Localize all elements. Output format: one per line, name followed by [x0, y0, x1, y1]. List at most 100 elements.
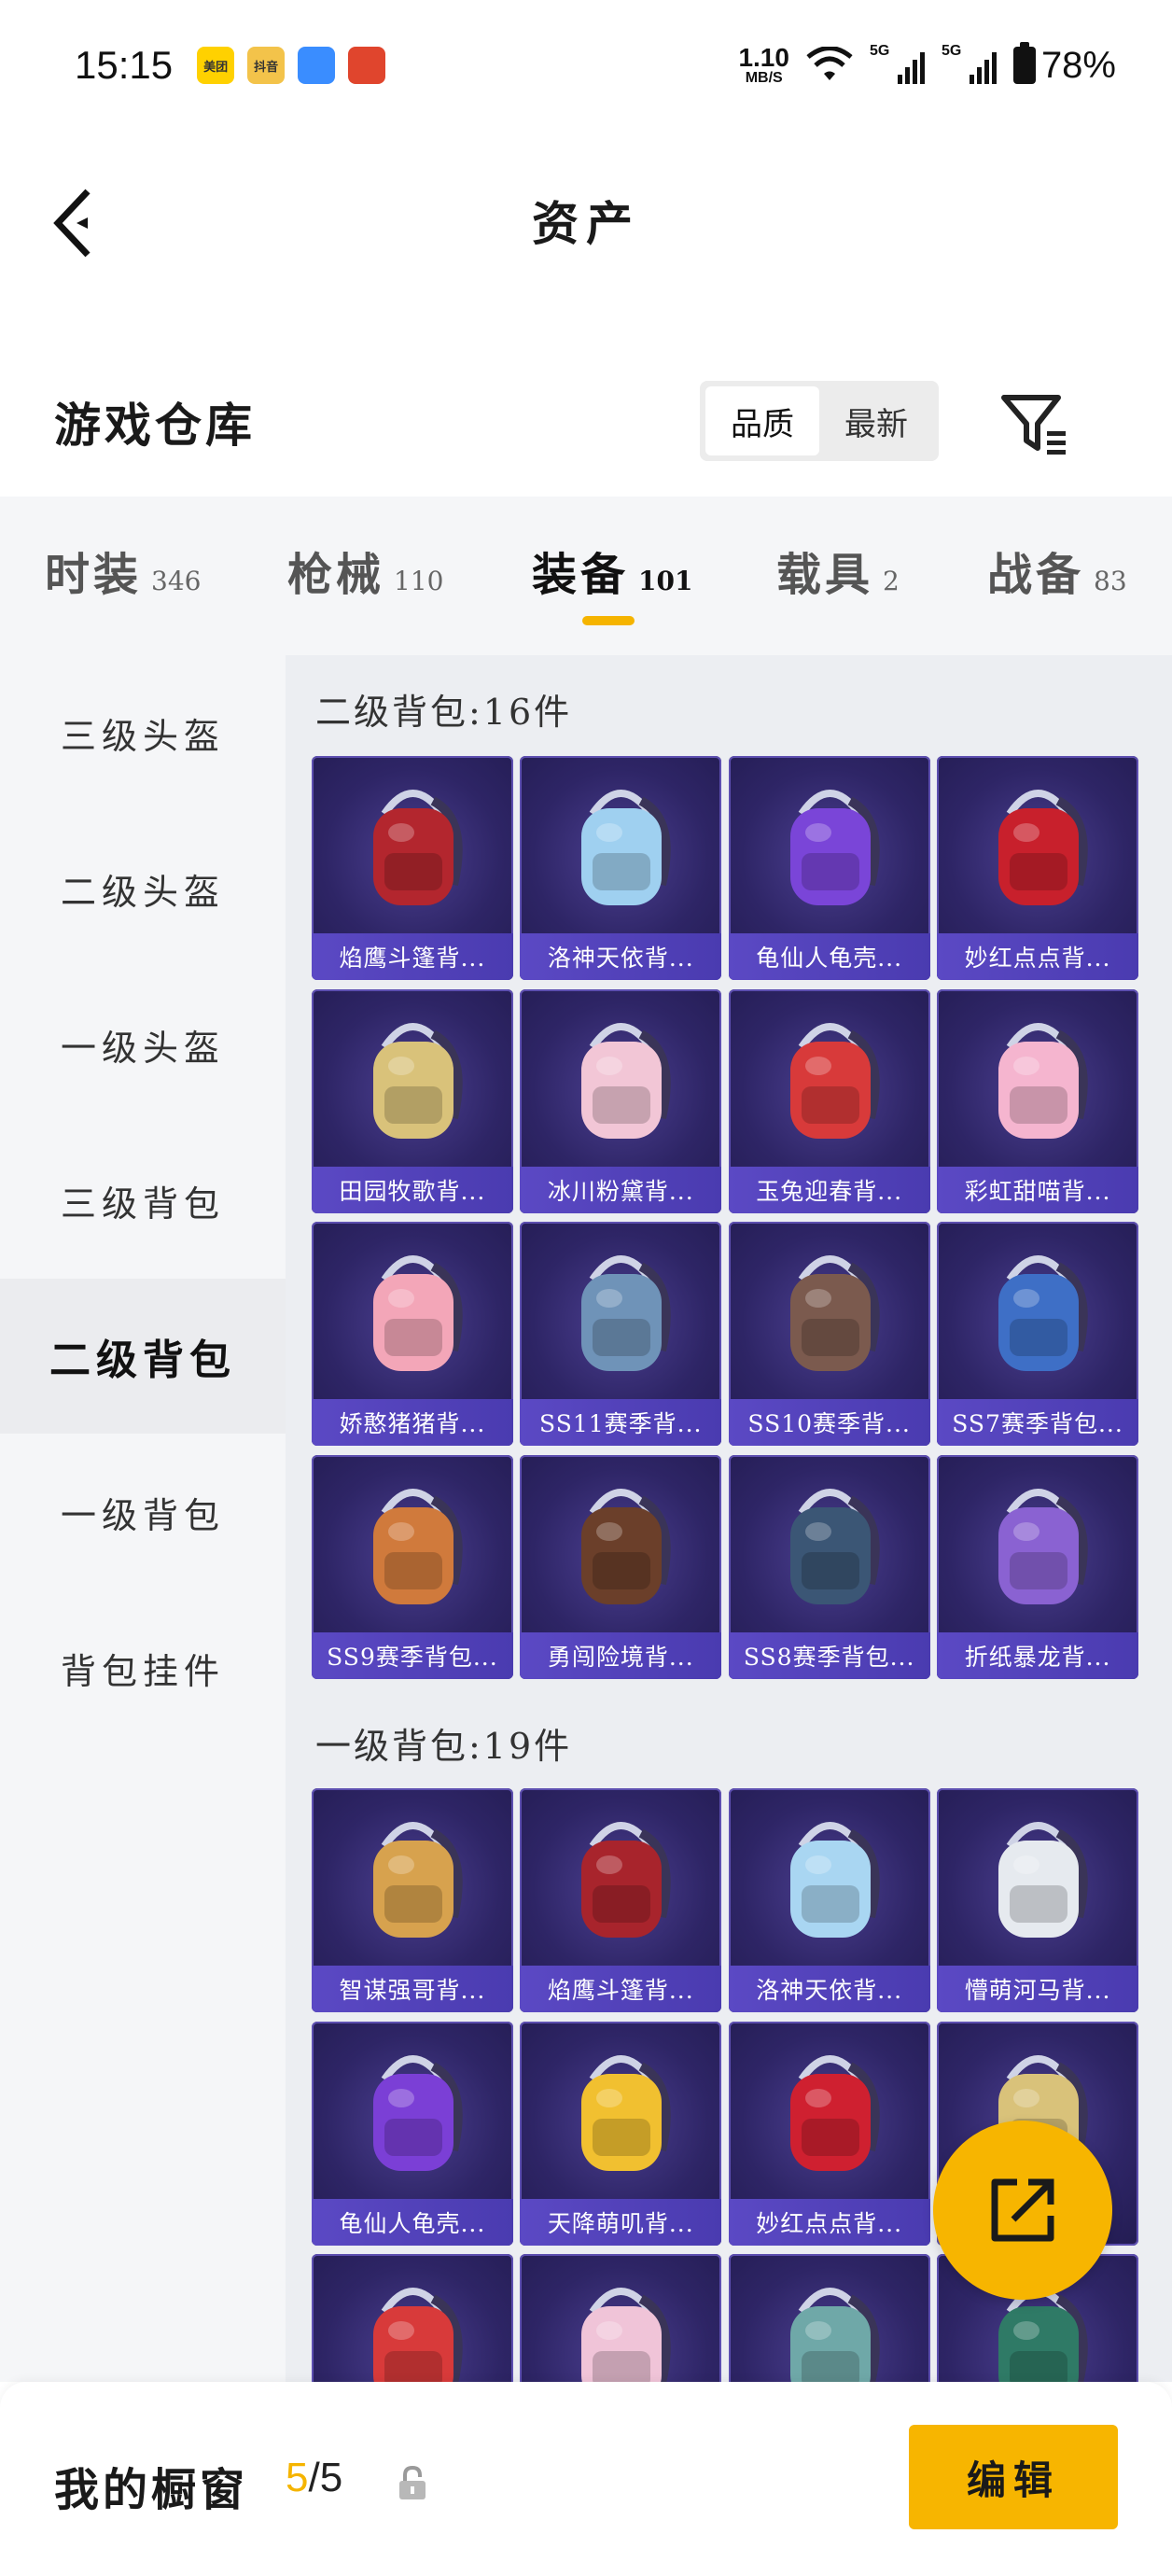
item-name: 洛神天依背... [520, 933, 722, 980]
backpack-image [312, 1229, 513, 1397]
warehouse-bar: 游戏仓库 品质 最新 [0, 355, 1172, 495]
news-app-icon: 抖音 [247, 47, 286, 84]
status-bar: 15:15 美团 抖音 1.10 MB/S 5G 5G 78% [0, 0, 1172, 131]
item-card[interactable]: 冰川粉黛背... [520, 988, 722, 1213]
item-card[interactable]: 龟仙人龟壳... [311, 2021, 513, 2246]
item-name: 龟仙人龟壳... [728, 933, 930, 980]
backpack-image [520, 2261, 721, 2382]
section-title: 二级背包:16件 [315, 692, 573, 733]
filter-button[interactable] [997, 386, 1071, 461]
backpack-image [312, 763, 513, 931]
backpack-image [729, 1229, 930, 1397]
item-card[interactable]: 焰鹰斗篷背... [311, 756, 513, 980]
sidebar-item-level1-helmet[interactable]: 一级头盔 [0, 967, 286, 1122]
item-card[interactable]: SS8赛季背包... [728, 1454, 930, 1679]
backpack-image [520, 1796, 721, 1964]
backpack-image [937, 763, 1138, 931]
sort-quality-button[interactable]: 品质 [705, 386, 819, 455]
backpack-image [729, 763, 930, 931]
item-card[interactable]: SS9赛季背包... [311, 1454, 513, 1679]
sidebar-item-level2-backpack[interactable]: 二级背包 [0, 1279, 286, 1434]
sidebar-item-level3-backpack[interactable]: 三级背包 [0, 1123, 286, 1278]
item-card[interactable]: 彩虹甜喵背... [937, 988, 1138, 1213]
item-card[interactable]: 天降萌叽背... [520, 2021, 722, 2246]
item-card[interactable]: 洛神天依背... [520, 756, 722, 980]
item-card[interactable]: 田园牧歌背... [311, 988, 513, 1213]
item-name: 洛神天依背... [728, 1966, 930, 2012]
item-name: 妙红点点背... [728, 2198, 930, 2246]
sidebar-item-level1-backpack[interactable]: 一级背包 [0, 1435, 286, 1589]
status-indicators: 1.10 MB/S 5G 5G 78% [738, 42, 1116, 87]
tab-firearms[interactable]: 枪械 110 [287, 538, 443, 603]
item-name: 妙红点点背... [937, 933, 1138, 980]
item-card[interactable]: 洛神天依背... [728, 1788, 930, 2012]
item-card[interactable]: 折纸暴龙背... [937, 1454, 1138, 1679]
sidebar: 三级头盔 二级头盔 一级头盔 三级背包 二级背包 一级背包 背包挂件 [0, 655, 286, 2382]
item-card[interactable]: 娇憨猪猪背... [311, 1222, 513, 1447]
backpack-image [520, 1463, 721, 1631]
edit-button[interactable]: 编辑 [909, 2425, 1118, 2529]
status-time: 15:15 [75, 43, 174, 87]
item-card[interactable]: 玉兔迎春背... [728, 988, 930, 1213]
item-name: 天降萌叽背... [520, 2198, 722, 2246]
item-card[interactable]: SS7赛季背包... [937, 1222, 1138, 1447]
signal-icon: 5G [870, 43, 925, 84]
item-name: 冰川粉黛背... [520, 1166, 722, 1213]
backpack-image [520, 997, 721, 1165]
item-card[interactable]: 懵萌河马背... [937, 1788, 1138, 2012]
sidebar-item-backpack-charms[interactable]: 背包挂件 [0, 1590, 286, 1745]
item-name: SS8赛季背包... [728, 1631, 930, 1679]
backpack-image [729, 997, 930, 1165]
item-card[interactable]: 妙红点点背... [728, 2021, 930, 2246]
item-card[interactable] [728, 2254, 930, 2382]
battery-indicator: 78% [1012, 42, 1116, 87]
bottom-bar: 我的橱窗 5/5 编辑 [0, 2382, 1172, 2576]
tab-equipment[interactable]: 装备 101 [532, 538, 692, 603]
category-tabs: 时装 346 枪械 110 装备 101 载具 2 战备 83 [0, 497, 1172, 655]
share-button[interactable] [933, 2121, 1112, 2300]
sidebar-item-level3-helmet[interactable]: 三级头盔 [0, 655, 286, 810]
backpack-image [729, 1796, 930, 1964]
item-name: 勇闯险境背... [520, 1631, 722, 1679]
item-card[interactable]: SS10赛季背... [728, 1222, 930, 1447]
sort-newest-button[interactable]: 最新 [819, 386, 933, 455]
section-title: 一级背包:19件 [315, 1726, 573, 1767]
item-card[interactable] [520, 2254, 722, 2382]
warehouse-title: 游戏仓库 [54, 398, 256, 453]
item-card[interactable]: 焰鹰斗篷背... [520, 1788, 722, 2012]
network-speed: 1.10 MB/S [738, 43, 789, 86]
item-name: 智谋强哥背... [311, 1966, 513, 2012]
page-title: 资产 [532, 196, 640, 251]
item-card[interactable]: 龟仙人龟壳... [728, 756, 930, 980]
notification-icons: 美团 抖音 [197, 47, 398, 84]
item-name: 焰鹰斗篷背... [520, 1966, 722, 2012]
backpack-image [312, 1463, 513, 1631]
signal-icon-2: 5G [942, 43, 997, 84]
tab-supplies[interactable]: 战备 83 [987, 538, 1127, 603]
wifi-icon [806, 47, 853, 80]
sidebar-item-level2-helmet[interactable]: 二级头盔 [0, 811, 286, 966]
header: 资产 [0, 131, 1172, 308]
item-card[interactable]: 勇闯险境背... [520, 1454, 722, 1679]
backpack-image [312, 2029, 513, 2197]
lock-icon [399, 2465, 426, 2499]
item-name: 焰鹰斗篷背... [311, 933, 513, 980]
item-name: 折纸暴龙背... [937, 1631, 1138, 1679]
item-card[interactable]: 智谋强哥背... [311, 1788, 513, 2012]
showcase-count: 5/5 [286, 2455, 343, 2500]
backpack-image [937, 1796, 1138, 1964]
backpack-image [312, 2261, 513, 2382]
backpack-image [312, 1796, 513, 1964]
tab-vehicles[interactable]: 载具 2 [776, 538, 900, 603]
battery-icon [1012, 42, 1036, 84]
share-external-icon [991, 2178, 1054, 2242]
item-name: 玉兔迎春背... [728, 1166, 930, 1213]
item-card[interactable] [311, 2254, 513, 2382]
item-name: SS10赛季背... [728, 1399, 930, 1447]
tab-fashion[interactable]: 时装 346 [45, 538, 201, 603]
backpack-image [729, 2029, 930, 2197]
item-card[interactable]: 妙红点点背... [937, 756, 1138, 980]
sort-toggle: 品质 最新 [700, 381, 939, 461]
item-name: 彩虹甜喵背... [937, 1166, 1138, 1213]
item-card[interactable]: SS11赛季背... [520, 1222, 722, 1447]
